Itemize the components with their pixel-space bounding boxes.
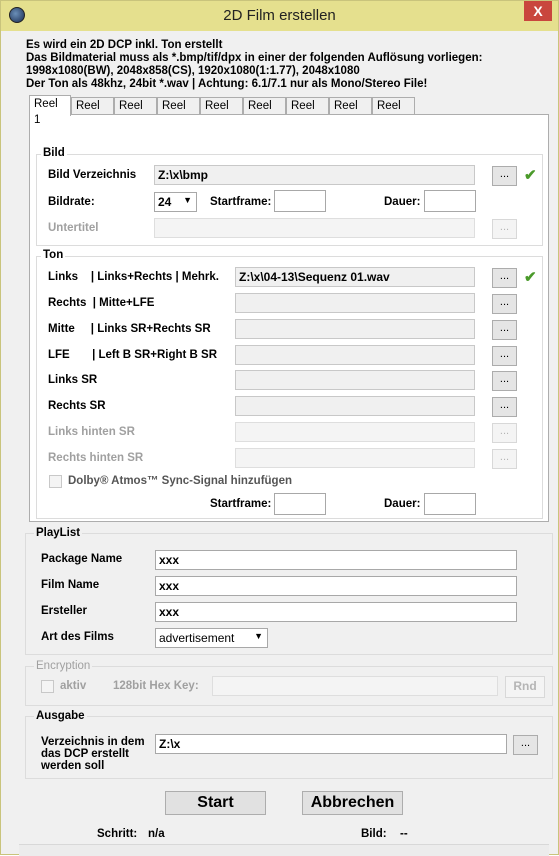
ton-startframe-input[interactable]	[274, 493, 326, 515]
title-bar[interactable]: 2D Film erstellen X	[1, 1, 558, 31]
bild-startframe-input[interactable]	[274, 190, 326, 212]
bild-dauer-label: Dauer:	[384, 196, 421, 208]
ton-channel-field-5[interactable]	[235, 370, 475, 390]
ton-channel-label-5: Links SR	[48, 374, 98, 386]
bildrate-value: 24	[158, 195, 172, 209]
chevron-down-icon: ▼	[254, 631, 263, 641]
tab-reel-1[interactable]: Reel 1	[29, 95, 71, 126]
ton-channel-field-4[interactable]	[235, 345, 475, 365]
tab-reel-2[interactable]: Reel 2	[71, 97, 114, 128]
tab-reel-8[interactable]: Reel 8	[329, 97, 372, 128]
playlist-legend: PlayList	[34, 527, 83, 539]
reel-panel: Bild Bild Verzeichnis Z:\x\bmp ... ✔ Bil…	[29, 114, 549, 522]
ton-channel-label-8: Rechts hinten SR	[48, 452, 144, 464]
window: 2D Film erstellen X Es wird ein 2D DCP i…	[0, 0, 559, 856]
package-name-label: Package Name	[41, 553, 123, 565]
bild-verzeichnis-label: Bild Verzeichnis	[48, 169, 137, 181]
bild-status-label: Bild:	[361, 828, 387, 840]
ausgabe-label: Verzeichnis in dem das DCP erstellt werd…	[41, 736, 145, 772]
window-title: 2D Film erstellen	[223, 7, 336, 24]
tab-reel-5[interactable]: Reel 5	[200, 97, 243, 128]
art-des-films-value: advertisement	[159, 631, 235, 645]
tab-reel-6[interactable]: Reel 6	[243, 97, 286, 128]
tab-reel-9[interactable]: Reel 9	[372, 97, 415, 128]
package-name-input[interactable]: xxx	[155, 550, 517, 570]
schritt-value: n/a	[148, 828, 165, 840]
tab-reel-7[interactable]: Reel 7	[286, 97, 329, 128]
ausgabe-input[interactable]: Z:\x	[155, 734, 507, 754]
hex-key-input	[212, 676, 498, 696]
tab-reel-4[interactable]: Reel 4	[157, 97, 200, 128]
ton-channel-label-3: Mitte | Links SR+Rechts SR	[48, 323, 211, 335]
film-name-label: Film Name	[41, 579, 100, 591]
info-line-4: Der Ton als 48khz, 24bit *.wav | Achtung…	[26, 78, 428, 90]
close-button[interactable]: X	[524, 1, 552, 21]
info-line-1: Es wird ein 2D DCP inkl. Ton erstellt	[26, 39, 223, 51]
info-line-2: Das Bildmaterial muss als *.bmp/tif/dpx …	[26, 52, 483, 64]
bild-legend: Bild	[41, 147, 67, 159]
cancel-button[interactable]: Abbrechen	[302, 791, 403, 815]
ersteller-label: Ersteller	[41, 605, 88, 617]
ton-browse-button-4[interactable]: ...	[492, 346, 517, 366]
ton-browse-button-6[interactable]: ...	[492, 397, 517, 417]
film-name-input[interactable]: xxx	[155, 576, 517, 596]
aktiv-checkbox	[41, 680, 54, 693]
ton-legend: Ton	[41, 249, 66, 261]
ton-browse-button-3[interactable]: ...	[492, 320, 517, 340]
ton-startframe-label: Startframe:	[210, 498, 272, 510]
bild-verzeichnis-field[interactable]: Z:\x\bmp	[154, 165, 475, 185]
ton-channel-label-7: Links hinten SR	[48, 426, 135, 438]
ton-browse-button-5[interactable]: ...	[492, 371, 517, 391]
ton-channel-field-6[interactable]	[235, 396, 475, 416]
ton-browse-button-2[interactable]: ...	[492, 294, 517, 314]
untertitel-browse-button: ...	[492, 219, 517, 239]
ton-channel-field-8	[235, 448, 475, 468]
ausgabe-legend: Ausgabe	[34, 710, 87, 722]
ausgabe-browse-button[interactable]: ...	[513, 735, 538, 755]
ton-channel-label-2: Rechts | Mitte+LFE	[48, 297, 155, 309]
ton-channel-field-2[interactable]	[235, 293, 475, 313]
ersteller-input[interactable]: xxx	[155, 602, 517, 622]
info-line-3: 1998x1080(BW), 2048x858(CS), 1920x1080(1…	[26, 65, 360, 77]
schritt-label: Schritt:	[97, 828, 138, 840]
start-button[interactable]: Start	[165, 791, 266, 815]
untertitel-label: Untertitel	[48, 222, 99, 234]
ton-channel-field-1[interactable]: Z:\x\04-13\Sequenz 01.wav	[235, 267, 475, 287]
chevron-down-icon: ▼	[183, 195, 192, 205]
art-des-films-label: Art des Films	[41, 631, 114, 643]
bild-status-value: --	[400, 828, 408, 840]
art-des-films-select[interactable]: advertisement ▼	[155, 628, 268, 648]
ton-browse-button-8: ...	[492, 449, 517, 469]
ton-channel-label-4: LFE | Left B SR+Right B SR	[48, 349, 218, 361]
info-text: Es wird ein 2D DCP inkl. Ton erstellt Da…	[26, 39, 546, 91]
bildrate-select[interactable]: 24 ▼	[154, 192, 197, 212]
encryption-legend: Encryption	[34, 660, 93, 672]
ton-dauer-label: Dauer:	[384, 498, 421, 510]
ton-channel-label-1: Links | Links+Rechts | Mehrk.	[48, 271, 220, 283]
hex-key-label: 128bit Hex Key:	[113, 680, 199, 692]
bild-browse-button[interactable]: ...	[492, 166, 517, 186]
dolby-checkbox	[49, 475, 62, 488]
ton-channel-field-7	[235, 422, 475, 442]
bild-startframe-label: Startframe:	[210, 196, 272, 208]
untertitel-field	[154, 218, 475, 238]
ton-dauer-input[interactable]	[424, 493, 476, 515]
bildrate-label: Bildrate:	[48, 196, 95, 208]
progress-bar	[19, 844, 549, 856]
checkmark-icon: ✔	[524, 167, 537, 184]
checkmark-icon: ✔	[524, 269, 537, 286]
rnd-button: Rnd	[505, 676, 545, 698]
aktiv-label: aktiv	[60, 680, 87, 692]
dolby-label: Dolby® Atmos™ Sync-Signal hinzufügen	[68, 475, 292, 487]
bild-dauer-input[interactable]	[424, 190, 476, 212]
tab-reel-3[interactable]: Reel 3	[114, 97, 157, 128]
ton-browse-button-1[interactable]: ...	[492, 268, 517, 288]
ton-channel-field-3[interactable]	[235, 319, 475, 339]
ton-channel-label-6: Rechts SR	[48, 400, 106, 412]
ton-browse-button-7: ...	[492, 423, 517, 443]
